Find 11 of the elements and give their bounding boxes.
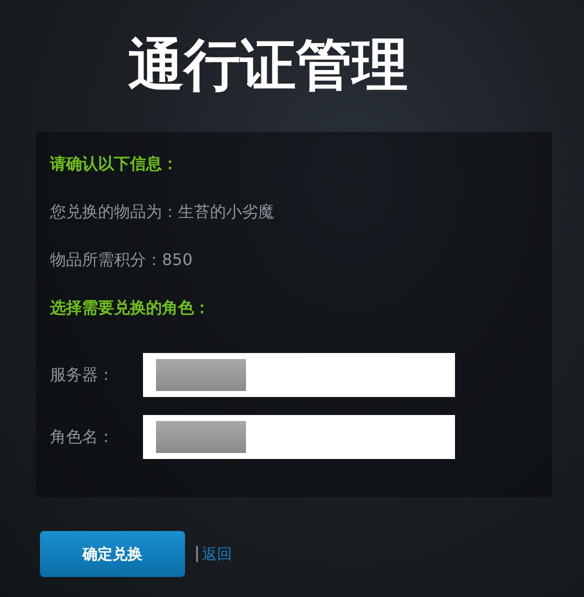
field-label: 服务器： [50,364,115,386]
back-link[interactable]: 返回 [202,544,232,564]
input-field[interactable] [143,415,455,459]
info-text: 物品所需积分：850 [50,249,194,271]
page-title: 通行证管理 [127,32,409,100]
field-label: 角色名： [50,426,115,448]
input-field[interactable] [143,353,455,397]
info-text: 您兑换的物品为：生苔的小劣魔 [50,201,275,223]
section-heading: 选择需要兑换的角色： [50,297,211,319]
confirm-button[interactable]: 确定兑换 [40,531,185,577]
section-heading: 请确认以下信息： [50,153,179,175]
